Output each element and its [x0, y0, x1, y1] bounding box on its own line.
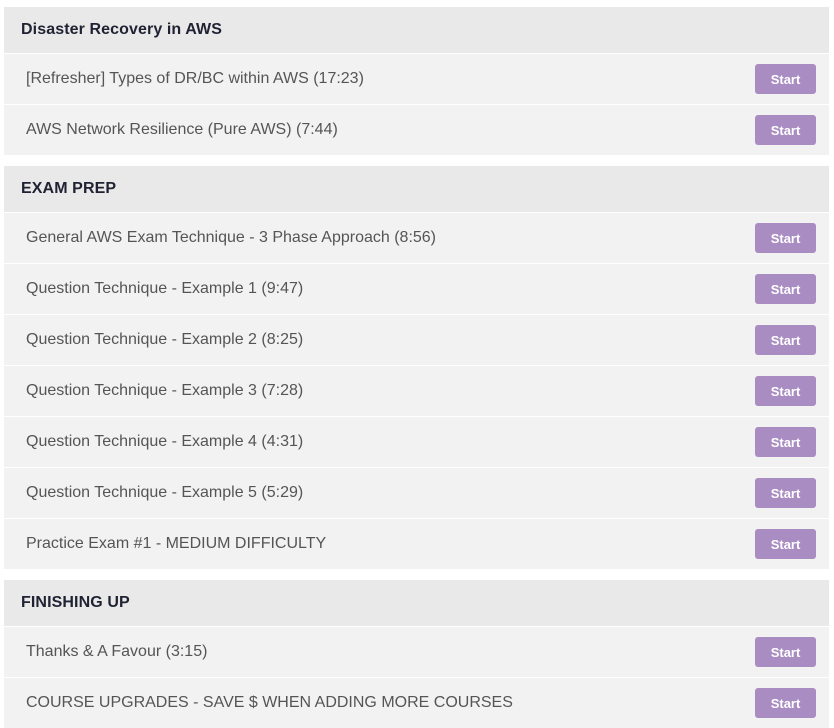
section-title: Disaster Recovery in AWS	[4, 7, 829, 53]
section-exam-prep: EXAM PREP General AWS Exam Technique - 3…	[4, 166, 829, 569]
lecture-title: Question Technique - Example 4 (4:31)	[26, 433, 304, 450]
lecture-list: [Refresher] Types of DR/BC within AWS (1…	[4, 54, 829, 155]
lecture-title: Question Technique - Example 2 (8:25)	[26, 331, 304, 348]
lecture-item[interactable]: Question Technique - Example 4 (4:31) St…	[4, 417, 829, 467]
lecture-list: General AWS Exam Technique - 3 Phase App…	[4, 213, 829, 569]
lecture-item[interactable]: AWS Network Resilience (Pure AWS) (7:44)…	[4, 105, 829, 155]
lecture-title: Question Technique - Example 3 (7:28)	[26, 382, 304, 399]
lecture-item[interactable]: COURSE UPGRADES - SAVE $ WHEN ADDING MOR…	[4, 678, 829, 728]
section-title: FINISHING UP	[4, 580, 829, 626]
lecture-item[interactable]: Question Technique - Example 3 (7:28) St…	[4, 366, 829, 416]
lecture-title: Thanks & A Favour (3:15)	[26, 643, 208, 660]
lecture-list: Thanks & A Favour (3:15) Start COURSE UP…	[4, 627, 829, 728]
lecture-item[interactable]: Question Technique - Example 5 (5:29) St…	[4, 468, 829, 518]
start-button[interactable]: Start	[755, 223, 816, 253]
section-disaster-recovery: Disaster Recovery in AWS [Refresher] Typ…	[4, 7, 829, 155]
section-title: EXAM PREP	[4, 166, 829, 212]
lecture-item[interactable]: [Refresher] Types of DR/BC within AWS (1…	[4, 54, 829, 104]
lecture-item[interactable]: Practice Exam #1 - MEDIUM DIFFICULTY Sta…	[4, 519, 829, 569]
lecture-title: General AWS Exam Technique - 3 Phase App…	[26, 229, 437, 246]
lecture-item[interactable]: Question Technique - Example 1 (9:47) St…	[4, 264, 829, 314]
start-button[interactable]: Start	[755, 115, 816, 145]
lecture-title: [Refresher] Types of DR/BC within AWS (1…	[26, 70, 364, 87]
start-button[interactable]: Start	[755, 274, 816, 304]
lecture-item[interactable]: Thanks & A Favour (3:15) Start	[4, 627, 829, 677]
lecture-title: AWS Network Resilience (Pure AWS) (7:44)	[26, 121, 338, 138]
section-finishing-up: FINISHING UP Thanks & A Favour (3:15) St…	[4, 580, 829, 728]
start-button[interactable]: Start	[755, 325, 816, 355]
lecture-item[interactable]: Question Technique - Example 2 (8:25) St…	[4, 315, 829, 365]
lecture-item[interactable]: General AWS Exam Technique - 3 Phase App…	[4, 213, 829, 263]
start-button[interactable]: Start	[755, 64, 816, 94]
lecture-title: Question Technique - Example 1 (9:47)	[26, 280, 304, 297]
start-button[interactable]: Start	[755, 688, 816, 718]
start-button[interactable]: Start	[755, 427, 816, 457]
lecture-title: Question Technique - Example 5 (5:29)	[26, 484, 304, 501]
course-curriculum: Disaster Recovery in AWS [Refresher] Typ…	[0, 0, 834, 728]
start-button[interactable]: Start	[755, 637, 816, 667]
lecture-title: COURSE UPGRADES - SAVE $ WHEN ADDING MOR…	[26, 694, 513, 711]
lecture-title: Practice Exam #1 - MEDIUM DIFFICULTY	[26, 535, 327, 552]
start-button[interactable]: Start	[755, 529, 816, 559]
start-button[interactable]: Start	[755, 376, 816, 406]
start-button[interactable]: Start	[755, 478, 816, 508]
